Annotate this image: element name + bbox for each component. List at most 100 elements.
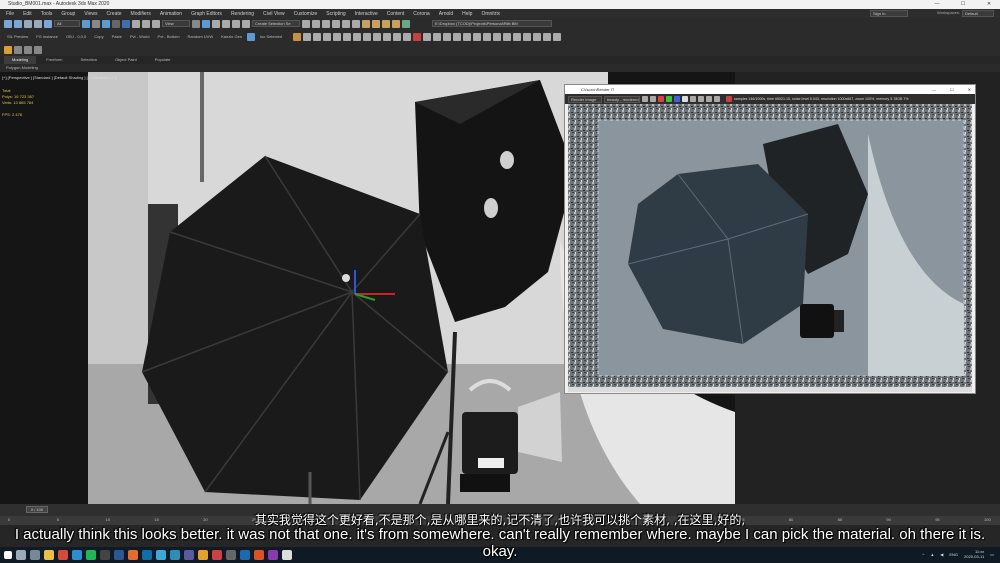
viewport-label[interactable]: [+] [Perspective ] [Standard ] [Default … xyxy=(2,75,116,80)
corona-settings-icon[interactable] xyxy=(433,32,442,41)
copy-image-icon[interactable] xyxy=(650,96,656,102)
window-crossing-icon[interactable] xyxy=(112,19,120,28)
corona-scatter-icon[interactable] xyxy=(323,32,332,41)
named-selection-set-field[interactable]: Create Selection Se xyxy=(252,20,300,27)
corona-ir-icon[interactable] xyxy=(403,32,412,41)
menu-create[interactable]: Create xyxy=(107,11,122,17)
snaps-toggle-icon[interactable] xyxy=(202,19,210,28)
render-canvas[interactable] xyxy=(568,104,972,387)
rectangular-selection-icon[interactable] xyxy=(102,19,110,28)
sign-in-dropdown[interactable]: Sign In xyxy=(870,10,908,17)
fit-icon[interactable] xyxy=(714,96,720,102)
reference-coordinate-dropdown[interactable]: View xyxy=(162,20,190,27)
menu-corona[interactable]: Corona xyxy=(413,11,429,17)
undo-icon[interactable] xyxy=(4,19,12,28)
selection-filter-dropdown[interactable]: All xyxy=(54,20,80,27)
unlink-icon[interactable] xyxy=(34,19,42,28)
quick-access-icon[interactable] xyxy=(4,46,12,54)
bind-space-warp-icon[interactable] xyxy=(44,19,52,28)
corona-converter-icon[interactable] xyxy=(373,32,382,41)
corona-vfb-icon[interactable] xyxy=(393,32,402,41)
schematic-view-icon[interactable] xyxy=(352,19,360,28)
green-channel-icon[interactable] xyxy=(666,96,672,102)
corona-render-icon[interactable] xyxy=(413,32,422,41)
corona-material-icon[interactable] xyxy=(363,32,372,41)
corona-sun-icon[interactable] xyxy=(343,32,352,41)
extra-tool-10-icon[interactable] xyxy=(533,32,542,41)
fb-maximize-icon[interactable]: ☐ xyxy=(950,85,954,94)
rotate-icon[interactable] xyxy=(132,19,140,28)
tab-modeling[interactable]: Modeling xyxy=(4,56,37,64)
rendered-frame-window-icon[interactable] xyxy=(382,19,390,28)
extra-tool-4-icon[interactable] xyxy=(473,32,482,41)
select-object-icon[interactable] xyxy=(82,19,90,28)
percent-snap-icon[interactable] xyxy=(222,19,230,28)
menu-customize[interactable]: Customize xyxy=(294,11,318,17)
menu-content[interactable]: Content xyxy=(387,11,405,17)
maximize-icon[interactable]: ☐ xyxy=(956,0,970,9)
corona-sky-icon[interactable] xyxy=(353,32,362,41)
layer-explorer-icon[interactable] xyxy=(322,19,330,28)
tab-populate[interactable]: Populate xyxy=(147,56,179,64)
pivot-center-icon[interactable] xyxy=(192,19,200,28)
project-path-field[interactable]: E:\Dropbox (TCOD)\Projects\Personal\Riit… xyxy=(432,20,552,27)
extra-tool-8-icon[interactable] xyxy=(513,32,522,41)
random-uvw-button[interactable]: Random UVW xyxy=(185,34,217,39)
render-production-icon[interactable] xyxy=(392,19,400,28)
scale-icon[interactable] xyxy=(142,19,150,28)
menu-views[interactable]: Views xyxy=(84,11,97,17)
extra-tool-3-icon[interactable] xyxy=(463,32,472,41)
isolate-icon[interactable] xyxy=(247,32,256,41)
menu-group[interactable]: Group xyxy=(61,11,75,17)
frame-buffer-horizontal-scrollbar[interactable] xyxy=(568,387,972,392)
menu-graph-editors[interactable]: Graph Editors xyxy=(191,11,222,17)
menu-rendering[interactable]: Rendering xyxy=(231,11,254,17)
redo-icon[interactable] xyxy=(14,19,22,28)
minimize-icon[interactable]: — xyxy=(930,0,944,9)
menu-omnitrix[interactable]: Omnitrix xyxy=(481,11,500,17)
corona-camera-icon[interactable] xyxy=(303,32,312,41)
stop-render-icon[interactable] xyxy=(726,96,732,102)
corona-tools-icon[interactable] xyxy=(423,32,432,41)
red-channel-icon[interactable] xyxy=(658,96,664,102)
extra-tool-2-icon[interactable] xyxy=(453,32,462,41)
tool-hammer-icon[interactable] xyxy=(24,46,32,54)
extra-tool-1-icon[interactable] xyxy=(443,32,452,41)
render-setup-icon[interactable] xyxy=(372,19,380,28)
menu-file[interactable]: File xyxy=(6,11,14,17)
corona-light-icon[interactable] xyxy=(293,32,302,41)
move-icon[interactable] xyxy=(122,19,130,28)
copy-button[interactable]: Copy xyxy=(91,34,106,39)
iso-selected-button[interactable]: Iso Selected xyxy=(257,34,285,39)
channel-dropdown[interactable]: beauty - rendered xyxy=(604,95,640,103)
tab-freeform[interactable]: Freeform xyxy=(38,56,70,64)
corona-decal-icon[interactable] xyxy=(333,32,342,41)
corona-lister-icon[interactable] xyxy=(383,32,392,41)
curve-editor-icon[interactable] xyxy=(342,19,350,28)
menu-scripting[interactable]: Scripting xyxy=(326,11,345,17)
blue-channel-icon[interactable] xyxy=(674,96,680,102)
material-editor-icon[interactable] xyxy=(362,19,370,28)
extra-tool-12-icon[interactable] xyxy=(553,32,562,41)
script-icon[interactable] xyxy=(14,46,22,54)
edit-named-sets-icon[interactable] xyxy=(242,19,250,28)
region-render-icon[interactable] xyxy=(690,96,696,102)
toggle-ribbon-icon[interactable] xyxy=(332,19,340,28)
render-mode-dropdown[interactable]: Render Image xyxy=(568,95,602,103)
extra-tool-11-icon[interactable] xyxy=(543,32,552,41)
fb-minimize-icon[interactable]: — xyxy=(932,85,936,94)
polygon-modeling-panel[interactable]: Polygon Modeling xyxy=(0,64,1000,72)
align-icon[interactable] xyxy=(312,19,320,28)
spinner-snap-icon[interactable] xyxy=(232,19,240,28)
alpha-channel-icon[interactable] xyxy=(682,96,688,102)
menu-help[interactable]: Help xyxy=(462,11,472,17)
angle-snap-icon[interactable] xyxy=(212,19,220,28)
save-image-icon[interactable] xyxy=(642,96,648,102)
obj-origin-button[interactable]: OBJ - 0,0,0 xyxy=(63,34,89,39)
fg-instance-button[interactable]: FG Instance xyxy=(33,34,61,39)
menu-modifiers[interactable]: Modifiers xyxy=(131,11,151,17)
workspace-dropdown[interactable]: Default xyxy=(962,10,994,17)
extra-tool-5-icon[interactable] xyxy=(483,32,492,41)
frame-buffer-window[interactable]: CVsoronRender IT — ☐ ✕ Render Image beau… xyxy=(564,84,976,394)
menu-arnold[interactable]: Arnold xyxy=(439,11,453,17)
